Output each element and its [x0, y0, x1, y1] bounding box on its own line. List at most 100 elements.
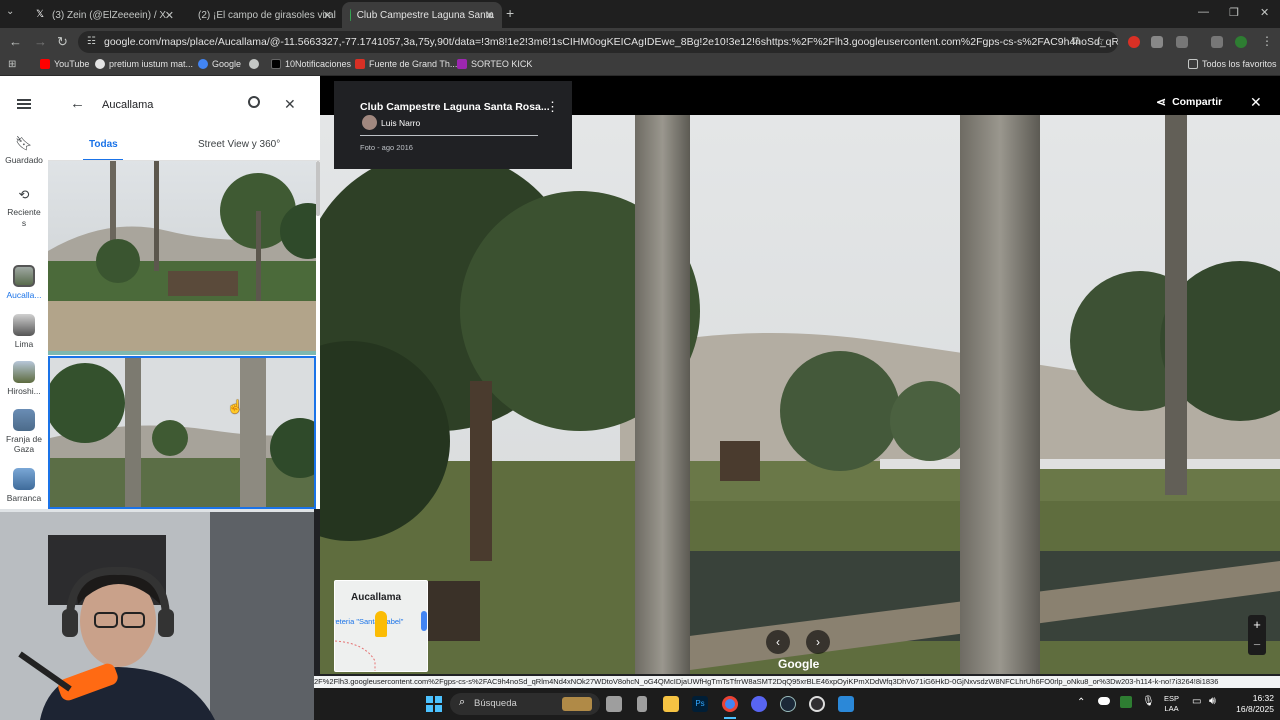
start-button-icon[interactable] — [426, 696, 442, 712]
bookmark-google[interactable]: Google — [198, 59, 241, 69]
back-icon[interactable]: ← — [9, 34, 22, 49]
browser-tab-x[interactable]: 𝕏 (3) Zein (@ElZeeeein) / X ✕ — [26, 2, 182, 28]
search-clear-icon[interactable]: ✕ — [284, 96, 296, 113]
rail-recent[interactable]: ⟲ Reciente s — [0, 187, 48, 229]
tab-title: (2) ¡El campo de girasoles viral — [198, 9, 336, 21]
search-icon: ⌕ — [459, 696, 466, 708]
clock[interactable]: 16:32 16/8/2025 — [1228, 693, 1274, 715]
prev-photo-button[interactable]: ‹ — [766, 630, 790, 654]
back-arrow-icon[interactable]: ← — [70, 95, 85, 112]
hamburger-menu-icon[interactable] — [17, 99, 31, 109]
address-bar[interactable]: ☷ google.com/maps/place/Aucallama/@-11.5… — [78, 31, 1118, 53]
chrome-icon[interactable] — [722, 696, 738, 712]
minimap[interactable]: Aucallama reteria "Santa Isabel" — [334, 580, 428, 672]
close-tab-icon[interactable]: ✕ — [165, 9, 174, 22]
profile-avatar[interactable] — [1235, 36, 1247, 48]
taskbar-search[interactable]: ⌕ Búsqueda — [450, 693, 600, 715]
search-input[interactable]: Aucallama — [102, 99, 153, 111]
folder-icon — [1188, 59, 1198, 69]
photo-thumbnail-2-selected[interactable] — [48, 356, 316, 509]
bookmark-fuente[interactable]: Fuente de Grand Th... — [355, 59, 457, 69]
rail-place-hiroshima[interactable]: Hiroshi... — [0, 361, 48, 396]
rail-saved[interactable]: 🔖︎ Guardado — [0, 135, 48, 165]
rail-label: Hiroshi... — [7, 386, 41, 396]
author-avatar[interactable] — [362, 115, 377, 130]
photo-author[interactable]: Luis Narro — [381, 118, 420, 128]
share-label: Compartir — [1172, 96, 1223, 108]
steam-icon[interactable] — [780, 696, 796, 712]
media-controls-icon[interactable] — [1211, 36, 1223, 48]
language-indicator[interactable]: ESP LAA — [1164, 694, 1179, 714]
install-app-icon[interactable]: ⧉ — [1072, 35, 1080, 48]
rail-place-gaza[interactable]: Franja de Gaza — [0, 409, 48, 454]
rail-place-aucallama[interactable]: Aucalla... — [0, 265, 48, 300]
tab-all[interactable]: Todas — [83, 139, 123, 161]
app-blue-icon[interactable] — [838, 696, 854, 712]
site-info-icon[interactable]: ☷ — [87, 31, 96, 53]
zoom-out-button[interactable]: − — [1248, 635, 1266, 655]
place-thumbnail — [13, 265, 35, 287]
place-thumbnail — [13, 468, 35, 490]
address-url: google.com/maps/place/Aucallama/@-11.566… — [104, 36, 1118, 48]
obs-icon[interactable] — [809, 696, 825, 712]
bookmark-youtube[interactable]: YouTube — [40, 59, 89, 69]
close-tab-icon[interactable]: ✕ — [485, 9, 494, 22]
card-divider — [360, 135, 538, 136]
bookmark-star-icon[interactable]: ☆ — [1094, 34, 1105, 48]
clock-date: 16/8/2025 — [1236, 704, 1274, 714]
minimize-icon[interactable]: — — [1198, 6, 1209, 18]
extension-red-icon[interactable] — [1128, 36, 1140, 48]
close-viewer-icon[interactable]: ✕ — [1250, 94, 1262, 111]
more-options-icon[interactable]: ⋮ — [546, 99, 559, 115]
onedrive-icon[interactable] — [1098, 697, 1110, 705]
photoshop-icon[interactable]: Ps — [692, 696, 708, 712]
app-icon-generic[interactable] — [637, 696, 647, 712]
all-bookmarks-folder[interactable]: Todos los favoritos — [1188, 59, 1277, 69]
search-icon[interactable] — [248, 96, 260, 108]
microphone-icon[interactable]: 🎙︎ — [1142, 696, 1155, 707]
apps-grid-icon[interactable]: ⊞ — [8, 59, 16, 70]
security-icon[interactable] — [1120, 696, 1132, 708]
rail-label: Franja de Gaza — [6, 434, 42, 454]
globe-icon — [249, 59, 259, 69]
photo-thumbnail-1[interactable] — [48, 161, 316, 355]
photo-title[interactable]: Club Campestre Laguna Santa Rosa... — [360, 101, 550, 113]
rail-place-barranca[interactable]: Barranca — [0, 468, 48, 503]
tray-overflow-icon[interactable]: ⌃ — [1077, 697, 1085, 708]
extensions-puzzle-icon[interactable] — [1176, 36, 1188, 48]
rail-place-lima[interactable]: Lima — [0, 314, 48, 349]
extension-gray-icon[interactable] — [1151, 36, 1163, 48]
bookmark-sorteo[interactable]: SORTEO KICK — [457, 59, 532, 69]
new-tab-icon[interactable]: + — [506, 5, 514, 21]
browser-tab-youtube[interactable]: (2) ¡El campo de girasoles viral ✕ — [184, 2, 340, 28]
next-photo-button[interactable]: › — [806, 630, 830, 654]
maps-pin-icon — [350, 9, 351, 21]
zoom-in-button[interactable]: + — [1248, 615, 1266, 635]
menu-dots-icon[interactable]: ⋮ — [1261, 34, 1273, 48]
browser-tab-maps[interactable]: Club Campestre Laguna Santa ✕ — [342, 2, 502, 28]
bookmark-notificaciones[interactable]: 10Notificaciones — [271, 59, 351, 69]
share-button[interactable]: ⋖ Compartir — [1156, 95, 1222, 109]
place-thumbnail — [13, 314, 35, 336]
tab-street-view[interactable]: Street View y 360° — [198, 139, 280, 150]
restore-icon[interactable]: ❐ — [1229, 6, 1239, 19]
forward-icon[interactable]: → — [34, 34, 47, 49]
tab-search-icon[interactable]: ⌄ — [6, 6, 14, 17]
tab-title: Club Campestre Laguna Santa — [356, 9, 494, 21]
network-icon[interactable]: ▭ — [1192, 696, 1201, 707]
pegman-icon[interactable] — [375, 611, 387, 637]
volume-icon[interactable]: 🔊︎ — [1209, 695, 1216, 708]
bookmark-globe[interactable] — [249, 59, 263, 69]
tab-label: Todas — [89, 139, 118, 150]
bookmark-pretium[interactable]: pretium iustum mat... — [95, 59, 193, 69]
bookmark-label: pretium iustum mat... — [109, 59, 194, 69]
bookmark-label: Todos los favoritos — [1202, 59, 1277, 69]
close-tab-icon[interactable]: ✕ — [323, 9, 332, 22]
reload-icon[interactable]: ↻ — [57, 34, 68, 50]
task-view-icon[interactable] — [606, 696, 622, 712]
window-close-icon[interactable]: ✕ — [1260, 6, 1269, 19]
file-explorer-icon[interactable] — [663, 696, 679, 712]
discord-icon[interactable] — [751, 696, 767, 712]
photo-viewer[interactable]: Club Campestre Laguna Santa Rosa... ⋮ Lu… — [320, 81, 1280, 674]
bookmarks-bar: ⊞ YouTube pretium iustum mat... Google 1… — [0, 56, 1280, 76]
